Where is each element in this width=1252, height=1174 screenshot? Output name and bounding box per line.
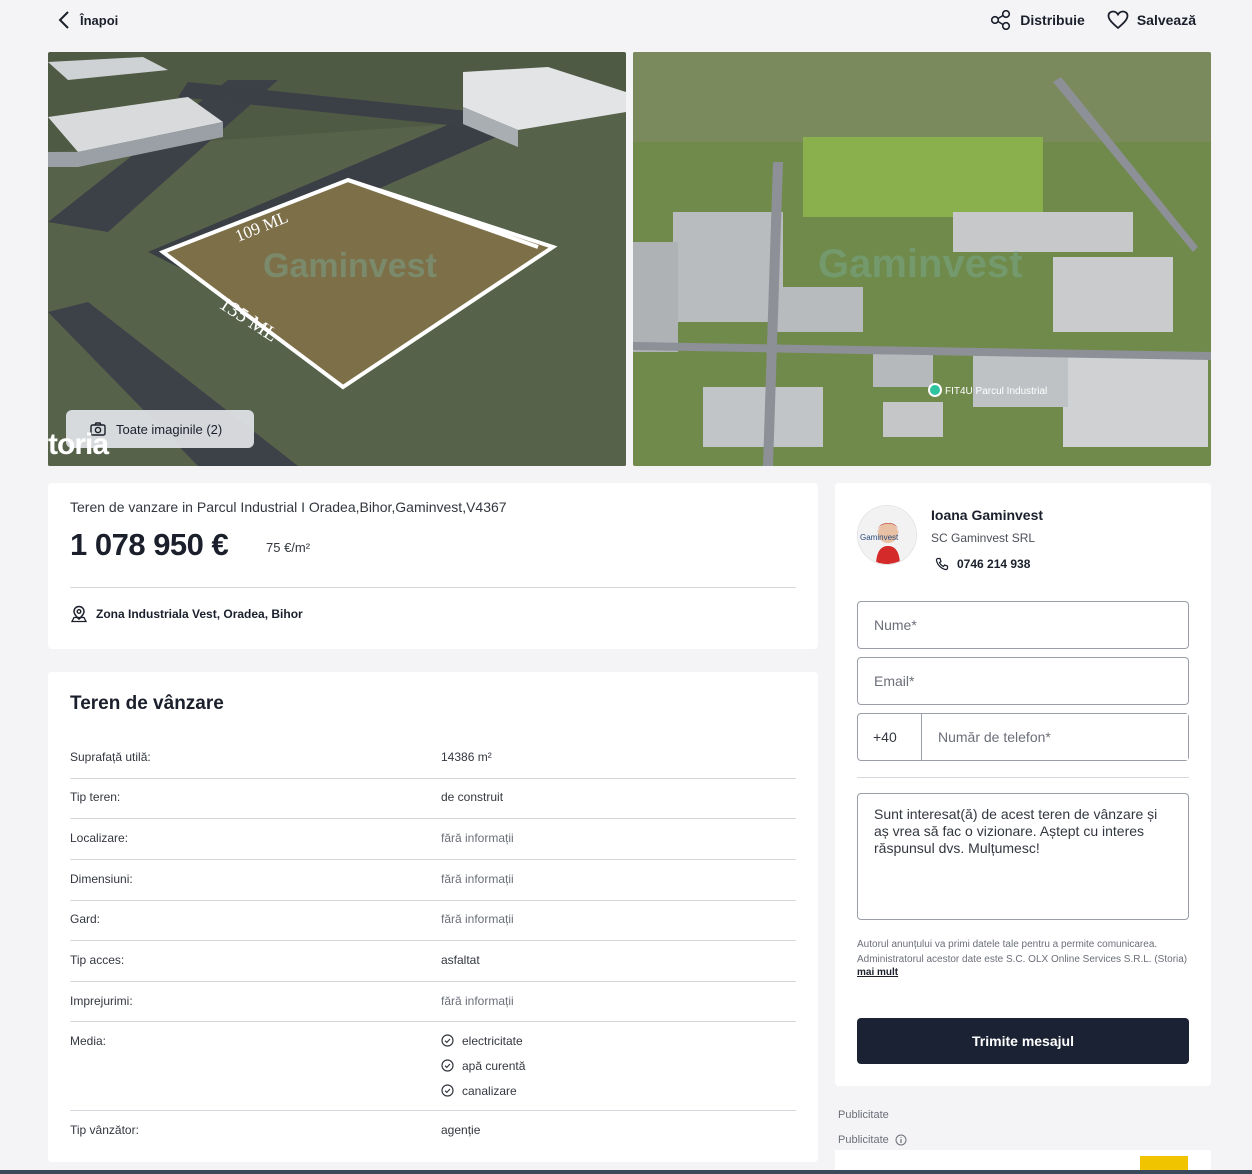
agent-name: Ioana Gaminvest: [931, 507, 1044, 523]
more-link[interactable]: mai mult: [857, 967, 898, 978]
listing-title: Teren de vanzare in Parcul Industrial I …: [70, 499, 507, 515]
secondary-photo[interactable]: Gaminvest FIT4U Parcul Industrial: [633, 52, 1211, 466]
price-card: Teren de vanzare in Parcul Industrial I …: [48, 483, 818, 649]
detail-key: Imprejurimi:: [70, 994, 133, 1008]
detail-row: Tip acces: asfaltat: [70, 941, 796, 982]
detail-key: Tip acces:: [70, 953, 125, 967]
detail-row: Localizare: fără informații: [70, 819, 796, 860]
price: 1 078 950 €: [70, 527, 229, 562]
ad-label-info: Publicitate: [838, 1134, 907, 1146]
detail-key: Tip vânzător:: [70, 1123, 139, 1137]
detail-key: Suprafață utilă:: [70, 750, 151, 764]
bottom-edge: [0, 1170, 1252, 1174]
media-label: electricitate: [462, 1033, 523, 1048]
avatar-text: Gaminvest: [860, 533, 899, 542]
location-pin-icon: [70, 605, 88, 623]
detail-value: agenție: [441, 1123, 481, 1137]
detail-value: asfaltat: [441, 953, 480, 967]
save-button[interactable]: Salvează: [1107, 10, 1196, 30]
disclaimer-text: Autorul anunțului va primi datele tale p…: [857, 939, 1158, 950]
email-input[interactable]: [858, 658, 1188, 704]
detail-value: fără informații: [441, 872, 514, 886]
share-icon: [991, 10, 1011, 30]
name-input[interactable]: [858, 602, 1188, 648]
detail-key: Gard:: [70, 912, 101, 926]
share-label: Distribuie: [1020, 12, 1085, 28]
watermark: Gaminvest: [263, 247, 437, 285]
media-label: apă curentă: [462, 1058, 526, 1073]
detail-key: Media:: [70, 1034, 107, 1048]
location[interactable]: Zona Industriala Vest, Oradea, Bihor: [70, 605, 303, 623]
message-textarea[interactable]: Sunt interesat(ă) de acest teren de vânz…: [857, 793, 1189, 920]
agency-name: SC Gaminvest SRL: [931, 531, 1036, 545]
location-label: Zona Industriala Vest, Oradea, Bihor: [96, 607, 303, 621]
contact-card: Gaminvest Ioana Gaminvest SC Gaminvest S…: [835, 483, 1211, 1086]
divider: [70, 587, 796, 588]
main-photo[interactable]: 109 ML 135 ML Gaminvest: [48, 52, 626, 466]
detail-row: Imprejurimi: fără informații: [70, 982, 796, 1022]
back-button[interactable]: Înapoi: [58, 10, 118, 30]
detail-row: Tip teren: de construit: [70, 779, 796, 819]
back-label: Înapoi: [80, 12, 119, 28]
detail-row: Gard: fără informații: [70, 901, 796, 941]
detail-row-media: Media: electricitate apă curentă canaliz…: [70, 1022, 796, 1111]
phone-icon: [935, 557, 949, 571]
detail-value: de construit: [441, 790, 504, 804]
details-card: Teren de vânzare Suprafață utilă: 14386 …: [48, 672, 818, 1162]
chevron-left-icon: [58, 11, 69, 29]
detail-value: fără informații: [441, 994, 514, 1008]
ad-label-text: Publicitate: [838, 1134, 889, 1146]
check-circle-icon: [441, 1084, 454, 1097]
price-per-sqm: 75 €/m²: [266, 540, 311, 555]
name-field[interactable]: [857, 601, 1189, 649]
detail-value: fără informații: [441, 912, 514, 926]
all-images-label: Toate imaginile (2): [116, 421, 223, 437]
check-circle-icon: [441, 1059, 454, 1072]
send-message-button[interactable]: Trimite mesajul: [857, 1018, 1189, 1064]
top-bar: Înapoi Distribuie Salvează: [0, 0, 1252, 44]
divider: [857, 777, 1189, 778]
phone-field[interactable]: +40: [857, 713, 1189, 761]
phone-link[interactable]: 0746 214 938: [935, 557, 1030, 571]
disclaimer-admin: Administratorul acestor date este S.C. O…: [857, 954, 1188, 965]
detail-row: Suprafață utilă: 14386 m²: [70, 748, 796, 779]
detail-value: fără informații: [441, 831, 514, 845]
info-icon[interactable]: [895, 1134, 907, 1146]
storia-logo: toria: [48, 428, 109, 461]
check-circle-icon: [441, 1034, 454, 1047]
media-item: electricitate: [441, 1028, 525, 1053]
detail-key: Dimensiuni:: [70, 872, 133, 886]
detail-row: Tip vânzător: agenție: [70, 1111, 796, 1147]
detail-key: Tip teren:: [70, 790, 121, 804]
detail-value: 14386 m²: [441, 750, 492, 764]
phone-number: 0746 214 938: [957, 557, 1031, 571]
avatar: Gaminvest: [857, 505, 917, 565]
media-item: apă curentă: [441, 1053, 525, 1078]
media-label: canalizare: [462, 1083, 517, 1098]
pin-label: FIT4U Parcul Industrial: [945, 386, 1047, 397]
detail-row: Dimensiuni: fără informații: [70, 860, 796, 901]
map-pin-icon: [928, 383, 942, 397]
save-label: Salvează: [1136, 12, 1196, 28]
watermark-2: Gaminvest: [818, 242, 1023, 286]
share-button[interactable]: Distribuie: [990, 10, 1085, 30]
heart-icon: [1107, 10, 1129, 30]
media-item: canalizare: [441, 1078, 525, 1103]
ad-label: Publicitate: [838, 1109, 889, 1121]
detail-key: Localizare:: [70, 831, 129, 845]
phone-input[interactable]: [922, 714, 1188, 760]
email-field[interactable]: [857, 657, 1189, 705]
disclaimer: Autorul anunțului va primi datele tale p…: [857, 938, 1189, 979]
details-heading: Teren de vânzare: [70, 693, 224, 714]
phone-prefix[interactable]: +40: [858, 714, 922, 760]
